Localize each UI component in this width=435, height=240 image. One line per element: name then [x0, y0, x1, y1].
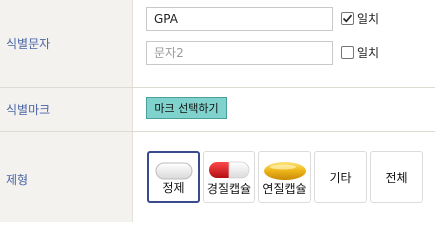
checkbox-unchecked-icon[interactable]: [341, 46, 354, 59]
hard-capsule-icon: [209, 161, 250, 179]
identifier-input-2[interactable]: [146, 41, 333, 65]
form-option-label: 기타: [329, 170, 352, 185]
form-option-tablet[interactable]: 정제: [147, 151, 200, 203]
soft-capsule-icon: [263, 162, 306, 180]
mark-label: 식별마크: [6, 103, 51, 117]
tablet-icon: [155, 162, 192, 180]
form-option-hard-capsule[interactable]: 경질캡슐: [203, 151, 255, 203]
row-divider: [0, 131, 435, 132]
identifier-label: 식별문자: [6, 37, 51, 51]
select-mark-button[interactable]: 마크 선택하기: [146, 97, 227, 119]
form-option-label: 연질캡슐: [262, 182, 307, 196]
form-option-all[interactable]: 전체: [370, 151, 423, 203]
form-option-soft-capsule[interactable]: 연질캡슐: [258, 151, 311, 203]
checkbox-checked-icon[interactable]: [341, 12, 354, 25]
form-option-label: 경질캡슐: [206, 182, 252, 196]
form-option-other[interactable]: 기타: [314, 151, 367, 203]
match-label-1: 일치: [357, 12, 380, 26]
match-label-2: 일치: [357, 46, 380, 60]
form-label: 제형: [6, 173, 29, 187]
row-divider: [0, 87, 435, 88]
identifier-input-1[interactable]: [146, 7, 333, 31]
form-option-label: 전체: [385, 170, 408, 185]
form-option-label: 정제: [162, 181, 185, 195]
match-checkbox-2[interactable]: 일치: [341, 44, 379, 61]
match-checkbox-1[interactable]: 일치: [341, 10, 379, 27]
